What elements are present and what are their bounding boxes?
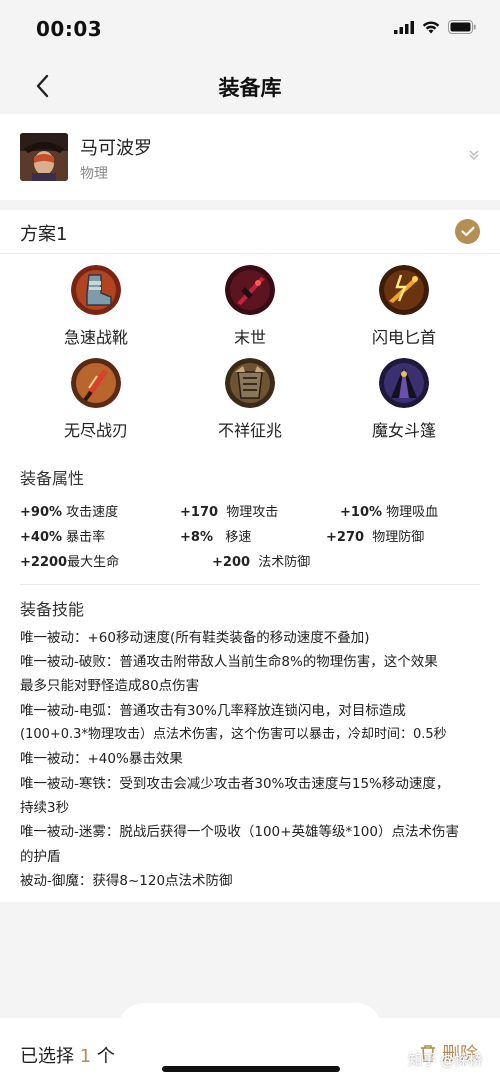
witch-cloak-icon	[379, 358, 429, 408]
item-label: 闪电匕首	[371, 328, 436, 347]
attribute-max-hp: +2200最大生命	[20, 551, 119, 570]
attribute-name: 物理防御	[372, 530, 425, 545]
attribute-name: 物理攻击	[226, 505, 279, 520]
skill-line: 持续3秒	[20, 800, 70, 816]
attribute-value: +200	[212, 555, 251, 570]
hero-avatar	[20, 133, 68, 181]
item-witch-cloak[interactable]: 魔女斗篷	[344, 358, 464, 441]
boots-icon	[71, 265, 121, 315]
hero-type: 物理	[80, 166, 108, 182]
attribute-name: 法术防御	[258, 555, 311, 570]
attribute-name: 移速	[225, 530, 252, 545]
skills-title: 装备技能	[20, 600, 85, 619]
status-bar: 00:03	[0, 0, 500, 58]
attribute-value: +8%	[180, 530, 213, 545]
item-boots[interactable]: 急速战靴	[36, 265, 156, 348]
status-time: 00:03	[36, 17, 103, 41]
item-label: 急速战靴	[63, 328, 128, 347]
attributes-title: 装备属性	[20, 469, 85, 488]
item-ominous-omen[interactable]: 不祥征兆	[190, 358, 310, 441]
attribute-name: 物理吸血	[386, 505, 439, 520]
attribute-value: +170	[180, 505, 219, 520]
item-label: 魔女斗篷	[371, 421, 436, 440]
skill-line: 唯一被动：+40%暴击效果	[20, 751, 183, 767]
attribute-value: +40%	[20, 530, 63, 545]
item-label: 无尽战刃	[63, 421, 128, 440]
plan-card: 方案1 急速战靴 末世 闪电匕首 无尽战刃 不祥征兆 魔女斗篷 装备属性 +90…	[0, 210, 500, 902]
selected-prefix: 已选择	[20, 1046, 74, 1067]
home-indicator[interactable]	[162, 1066, 340, 1072]
skill-line: 唯一被动：+60移动速度(所有鞋类装备的移动速度不叠加)	[20, 630, 370, 646]
item-label: 不祥征兆	[217, 421, 282, 440]
attribute-value: +270	[326, 530, 365, 545]
skill-line: 唯一被动-迷雾：脱战后获得一个吸收（100+英雄等级*100）点法术伤害	[20, 824, 459, 840]
skill-line: (100+0.3*物理攻击）点法术伤害，这个伤害可以暴击，冷却时间：0.5秒	[20, 727, 447, 742]
attribute-name: 最大生命	[67, 555, 120, 570]
attribute-physical-defense: +270 物理防御	[326, 526, 424, 545]
attribute-value: +10%	[340, 505, 383, 520]
wifi-icon	[422, 20, 440, 33]
attribute-lifesteal: +10% 物理吸血	[340, 501, 438, 520]
ominous-armor-icon	[225, 358, 275, 408]
battery-icon	[448, 20, 476, 34]
infinity-blade-icon	[71, 358, 121, 408]
skill-line: 的护盾	[20, 849, 61, 865]
attribute-value: +2200	[20, 555, 68, 570]
selected-suffix: 个	[96, 1046, 115, 1067]
doom-blade-icon	[225, 265, 275, 315]
attribute-name: 暴击率	[66, 530, 106, 545]
skill-line: 最多只能对野怪造成80点伤害	[20, 678, 200, 694]
attribute-name: 攻击速度	[66, 505, 119, 520]
check-icon[interactable]	[455, 219, 480, 244]
divider	[20, 584, 480, 585]
attribute-move-speed: +8% 移速	[180, 526, 251, 545]
skill-line: 唯一被动-电弧：普通攻击有30%几率释放连锁闪电，对目标造成	[20, 703, 406, 719]
skill-line: 被动-御魔：获得8~120点法术防御	[20, 873, 233, 889]
attribute-attack-speed: +90% 攻击速度	[20, 501, 118, 520]
item-infinity-blade[interactable]: 无尽战刃	[36, 358, 156, 441]
attribute-physical-attack: +170 物理攻击	[180, 501, 278, 520]
chevron-down-icon[interactable]	[468, 146, 480, 165]
hero-name: 马可波罗	[80, 138, 152, 159]
page-title: 装备库	[218, 76, 282, 100]
nav-bar: 装备库	[0, 58, 500, 114]
status-icons	[394, 20, 476, 34]
hero-selector[interactable]: 马可波罗 物理	[0, 114, 500, 200]
selected-count: 1	[79, 1046, 92, 1067]
attribute-value: +90%	[20, 505, 63, 520]
plan-header[interactable]: 方案1	[0, 210, 500, 254]
plan-title: 方案1	[20, 224, 68, 245]
attribute-magic-defense: +200 法术防御	[212, 551, 310, 570]
attribute-crit-rate: +40% 暴击率	[20, 526, 105, 545]
selected-count-text: 已选择 1 个	[20, 1042, 115, 1068]
cellular-signal-icon	[394, 20, 414, 34]
item-label: 末世	[233, 328, 266, 347]
skill-line: 唯一被动-寒铁：受到攻击会减少攻击者30%攻击速度与15%移动速度，	[20, 776, 450, 792]
skill-line: 唯一被动-破败：普通攻击附带敌人当前生命8%的物理伤害，这个效果	[20, 654, 438, 670]
watermark: 知乎 @探桥	[408, 1053, 483, 1069]
item-lightning-dagger[interactable]: 闪电匕首	[344, 265, 464, 348]
lightning-dagger-icon	[379, 265, 429, 315]
item-doom[interactable]: 末世	[190, 265, 310, 348]
